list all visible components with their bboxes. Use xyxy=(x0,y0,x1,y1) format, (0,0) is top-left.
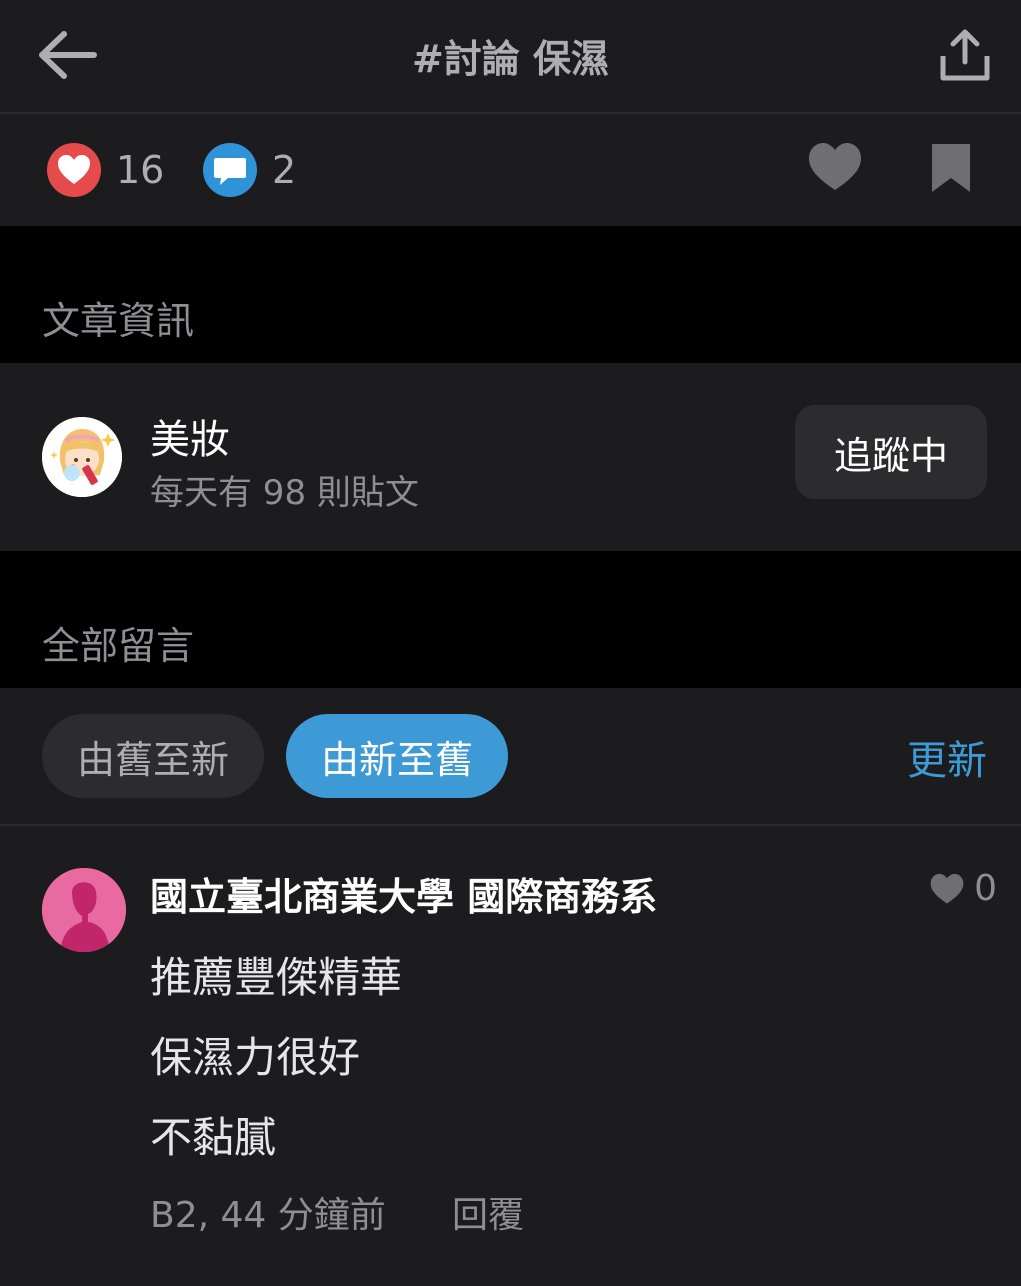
comment-text-line: 推薦豐傑精華 xyxy=(150,953,403,1002)
comment-author: 國立臺北商業大學 國際商務系 xyxy=(150,875,658,919)
sort-oldest-button[interactable]: 由舊至新 xyxy=(42,714,264,798)
article-info-label: 文章資訊 xyxy=(42,299,195,343)
comment-count: 2 xyxy=(202,142,296,198)
reply-button[interactable]: 回覆 xyxy=(452,1186,524,1238)
heart-icon xyxy=(809,143,861,190)
comments-label: 全部留言 xyxy=(42,624,195,668)
bookmark-button[interactable] xyxy=(928,140,974,196)
comment-avatar[interactable] xyxy=(42,868,126,952)
board-post-rate: 每天有 98 則貼文 xyxy=(150,473,419,513)
comment-meta: B2, 44 分鐘前 xyxy=(150,1195,386,1236)
comment-like-button[interactable]: 0 xyxy=(928,868,997,909)
board-row[interactable]: 美妝 每天有 98 則貼文 追蹤中 xyxy=(0,363,1021,551)
comment-sort-bar: 由舊至新 由新至舊 更新 xyxy=(0,688,1021,826)
post-stats-bar: 16 2 xyxy=(0,114,1021,226)
like-count-value: 16 xyxy=(116,148,165,192)
comments-header: 全部留言 xyxy=(0,551,1021,688)
share-upload-icon xyxy=(940,29,990,81)
heart-icon xyxy=(930,873,964,903)
female-user-icon xyxy=(42,868,126,952)
like-post-button[interactable] xyxy=(806,140,864,194)
follow-button[interactable]: 追蹤中 xyxy=(795,405,987,499)
like-count: 16 xyxy=(46,142,164,198)
page-title: #討論 保濕 xyxy=(411,37,610,81)
comment-badge-icon xyxy=(203,143,257,197)
comment-text-line: 不黏膩 xyxy=(150,1113,277,1162)
comment-text-line: 保濕力很好 xyxy=(150,1033,361,1082)
sort-newest-button[interactable]: 由新至舊 xyxy=(286,714,508,798)
heart-badge-icon xyxy=(47,143,101,197)
comment-count-value: 2 xyxy=(272,148,297,192)
top-bar: #討論 保濕 xyxy=(0,0,1021,114)
bookmark-icon xyxy=(932,144,970,192)
board-name: 美妝 xyxy=(150,417,230,463)
refresh-button[interactable]: 更新 xyxy=(907,728,987,786)
comment-like-count: 0 xyxy=(974,868,997,909)
board-avatar xyxy=(42,417,122,497)
makeup-girl-icon xyxy=(42,417,122,497)
share-button[interactable] xyxy=(939,28,991,82)
article-info-header: 文章資訊 xyxy=(0,226,1021,363)
comment-item: 國立臺北商業大學 國際商務系 0 推薦豐傑精華 保濕力很好 不黏膩 B2, 44… xyxy=(0,826,1021,1286)
